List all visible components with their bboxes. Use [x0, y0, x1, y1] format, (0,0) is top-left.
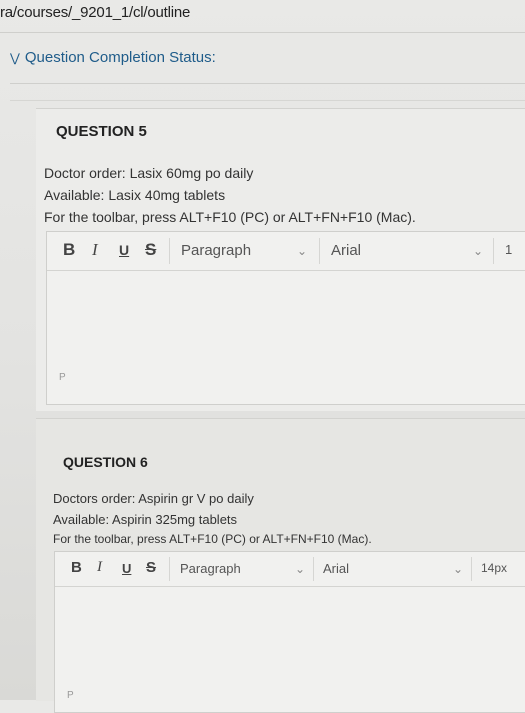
toolbar-divider	[169, 557, 170, 581]
status-label: Question Completion Status:	[24, 49, 216, 66]
editor-toolbar: B I U S Paragraph ⌄ Arial ⌄ 14px	[55, 552, 525, 587]
italic-button[interactable]: I	[97, 559, 102, 576]
strikethrough-button[interactable]: S	[146, 559, 156, 576]
strikethrough-button[interactable]: S	[145, 240, 156, 260]
toolbar-divider	[471, 557, 472, 581]
font-size-select[interactable]: 14px	[481, 561, 507, 575]
font-size-select[interactable]: 1	[505, 242, 512, 257]
toolbar-hint: For the toolbar, press ALT+F10 (PC) or A…	[44, 209, 416, 225]
chevron-down-icon[interactable]: ⌄	[453, 562, 463, 576]
url-bar-text[interactable]: ra/courses/_9201_1/cl/outline	[0, 4, 190, 21]
toolbar-hint: For the toolbar, press ALT+F10 (PC) or A…	[53, 532, 372, 546]
italic-button[interactable]: I	[92, 240, 98, 260]
font-family-select[interactable]: Arial	[323, 561, 349, 576]
underline-button[interactable]: U	[122, 561, 131, 576]
bold-button[interactable]: B	[71, 559, 82, 576]
editor-path-label: P	[67, 690, 74, 701]
divider	[10, 83, 525, 84]
editor-toolbar: B I U S Paragraph ⌄ Arial ⌄ 1	[47, 232, 525, 271]
divider	[10, 100, 525, 101]
answer-editor[interactable]: B I U S Paragraph ⌄ Arial ⌄ 14px P	[54, 551, 525, 713]
chevron-down-double-icon: ⋁	[10, 50, 20, 65]
question-completion-status-toggle[interactable]: ⋁ Question Completion Status:	[10, 49, 216, 66]
editor-path-label: P	[59, 372, 66, 383]
question-title: QUESTION 6	[63, 454, 148, 470]
question-text-line: Available: Aspirin 325mg tablets	[53, 512, 238, 527]
font-family-select[interactable]: Arial	[331, 242, 361, 259]
paragraph-format-select[interactable]: Paragraph	[180, 561, 241, 576]
question-title: QUESTION 5	[56, 123, 147, 140]
toolbar-divider	[493, 238, 494, 264]
chevron-down-icon[interactable]: ⌄	[297, 244, 307, 258]
chevron-down-icon[interactable]: ⌄	[295, 562, 305, 576]
question-5-card: QUESTION 5 Doctor order: Lasix 60mg po d…	[36, 108, 525, 411]
toolbar-divider	[319, 238, 320, 264]
chevron-down-icon[interactable]: ⌄	[473, 244, 483, 258]
toolbar-divider	[313, 557, 314, 581]
toolbar-divider	[169, 238, 170, 264]
bold-button[interactable]: B	[63, 240, 75, 260]
question-text-line: Available: Lasix 40mg tablets	[44, 187, 226, 203]
paragraph-format-select[interactable]: Paragraph	[181, 242, 251, 259]
question-text-line: Doctors order: Aspirin gr V po daily	[53, 491, 254, 506]
answer-editor[interactable]: B I U S Paragraph ⌄ Arial ⌄ 1 P	[46, 231, 525, 405]
underline-button[interactable]: U	[119, 242, 129, 258]
question-text-line: Doctor order: Lasix 60mg po daily	[44, 165, 254, 181]
divider	[0, 32, 525, 33]
question-6-card: QUESTION 6 Doctors order: Aspirin gr V p…	[36, 418, 525, 713]
